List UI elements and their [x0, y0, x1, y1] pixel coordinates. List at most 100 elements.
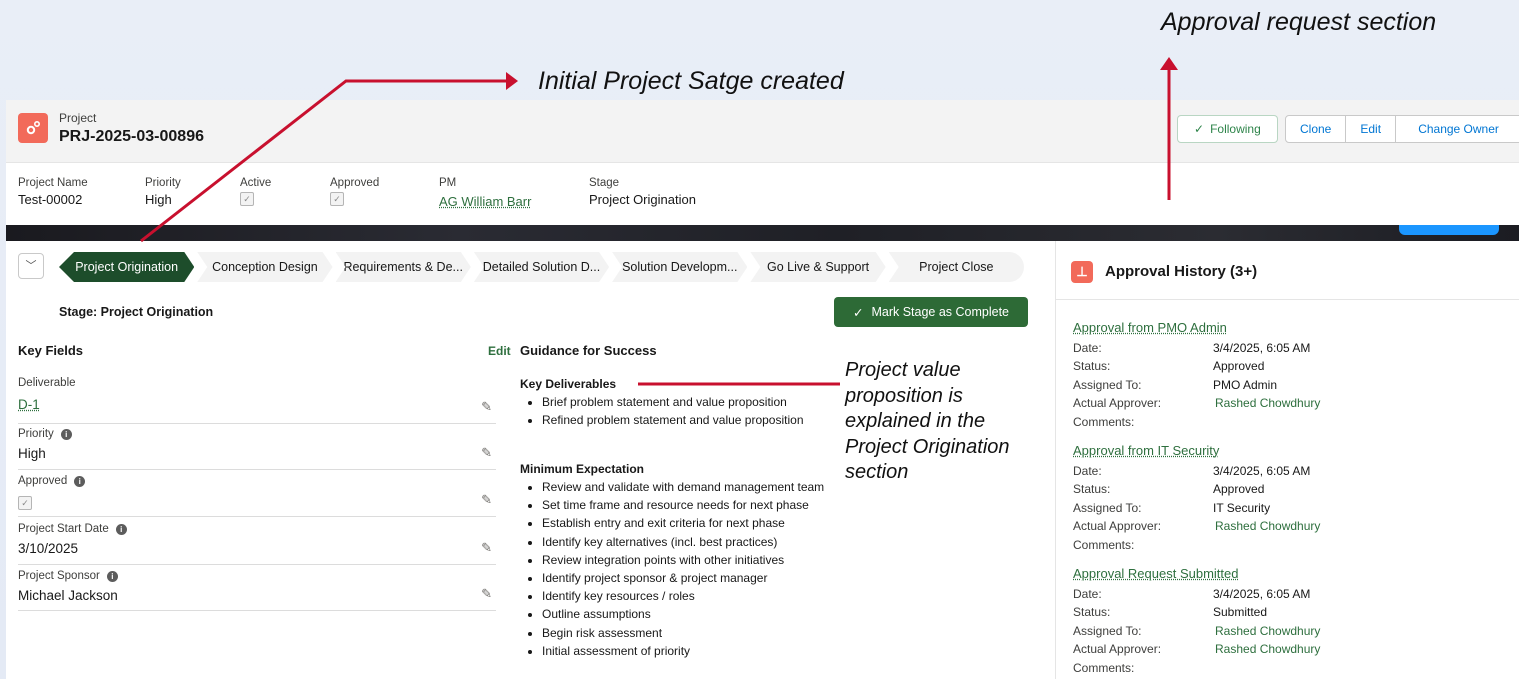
date-value: 3/4/2025, 6:05 AM: [1213, 587, 1311, 601]
following-button[interactable]: ✓ Following: [1177, 115, 1278, 143]
annotation-value-prop: Project value proposition is explained i…: [845, 359, 1010, 483]
pm-link[interactable]: AG William Barr: [439, 194, 531, 209]
field-start-date: Project Start Date i 3/10/2025 ✎: [18, 523, 496, 565]
list-item: Review integration points with other ini…: [542, 551, 824, 569]
approved-label: Approved: [18, 475, 68, 487]
start-date-value: 3/10/2025: [18, 541, 79, 556]
date-label: Date:: [1073, 341, 1102, 355]
stage-path: Project Origination Conception Design Re…: [59, 252, 1027, 282]
status-value: Approved: [1213, 482, 1265, 497]
field-sponsor: Project Sponsor i Michael Jackson ✎: [18, 570, 496, 611]
assigned-label: Assigned To:: [1073, 500, 1142, 515]
hl-pm-label: PM: [439, 177, 457, 189]
hl-project-name-value: Test-00002: [18, 192, 83, 207]
path-step-detailed-solution[interactable]: Detailed Solution D...: [474, 252, 609, 282]
approval-item: Approval from IT Security Date: 3/4/2025,…: [1073, 443, 1503, 554]
list-item: Initial assessment of priority: [542, 642, 824, 660]
deliverable-label: Deliverable: [18, 377, 76, 389]
actual-approver-link[interactable]: Rashed Chowdhury: [1215, 517, 1320, 535]
mark-stage-complete-button[interactable]: ✓ Mark Stage as Complete: [834, 297, 1028, 327]
assigned-label: Assigned To:: [1073, 623, 1142, 638]
active-checkbox: ✓: [240, 192, 254, 206]
key-deliverables-title: Key Deliverables: [520, 377, 617, 391]
change-owner-button[interactable]: Change Owner: [1396, 115, 1519, 143]
assigned-label: Assigned To:: [1073, 377, 1142, 392]
action-button-group: Clone Edit Change Owner: [1285, 115, 1519, 143]
list-item: Identify project sponsor & project manag…: [542, 569, 824, 587]
status-value: Submitted: [1213, 605, 1268, 620]
hl-stage: Stage Project Origination: [589, 177, 696, 207]
collapse-toggle[interactable]: ﹀: [18, 253, 44, 279]
chevron-down-icon: ﹀: [25, 260, 37, 272]
annotation-approval-request: Approval request section: [1161, 8, 1437, 36]
check-icon: ✓: [852, 305, 864, 320]
status-label: Status:: [1073, 605, 1111, 620]
pencil-icon[interactable]: ✎: [481, 399, 492, 415]
clone-button[interactable]: Clone: [1285, 115, 1347, 143]
hl-approved: Approved ✓: [330, 177, 379, 206]
approval-item-link[interactable]: Approval from IT Security: [1073, 443, 1219, 458]
info-icon[interactable]: i: [115, 523, 127, 535]
field-approved: Approved i ✓ ✎: [18, 475, 496, 517]
path-step-project-origination[interactable]: Project Origination: [59, 252, 194, 282]
approved-checkbox: ✓: [330, 192, 344, 206]
highlights-panel: Project Name Test-00002 Priority High Ac…: [6, 163, 1519, 225]
pencil-icon[interactable]: ✎: [481, 540, 492, 556]
date-value: 3/4/2025, 6:05 AM: [1213, 341, 1311, 355]
hl-active-label: Active: [240, 177, 272, 189]
pencil-icon[interactable]: ✎: [481, 492, 492, 508]
hidden-button-edge: [1399, 225, 1499, 235]
approval-item-link[interactable]: Approval Request Submitted: [1073, 566, 1238, 581]
key-fields-title: Key Fields: [18, 343, 84, 358]
info-icon[interactable]: i: [60, 428, 72, 440]
minimum-expectation-list: Review and validate with demand manageme…: [528, 478, 824, 660]
list-item: Refined problem statement and value prop…: [542, 411, 804, 429]
comments-label: Comments:: [1073, 660, 1135, 675]
path-step-go-live[interactable]: Go Live & Support: [750, 252, 885, 282]
hl-project-name: Project Name Test-00002: [18, 177, 88, 207]
info-icon[interactable]: i: [74, 475, 86, 487]
date-label: Date:: [1073, 464, 1102, 478]
pencil-icon[interactable]: ✎: [481, 445, 492, 461]
mark-complete-label: Mark Stage as Complete: [871, 305, 1010, 319]
approval-icon: ⊥: [1071, 261, 1093, 283]
hl-priority: Priority High: [145, 177, 181, 207]
deliverable-link[interactable]: D-1: [18, 397, 40, 412]
list-item: Review and validate with demand manageme…: [542, 478, 824, 496]
status-label: Status:: [1073, 359, 1111, 374]
list-item: Identify key resources / roles: [542, 587, 824, 605]
approval-item-link[interactable]: Approval from PMO Admin: [1073, 320, 1227, 335]
comments-label: Comments:: [1073, 414, 1135, 429]
assigned-value: PMO Admin: [1213, 377, 1278, 392]
hl-approved-label: Approved: [330, 177, 380, 189]
info-icon[interactable]: i: [106, 570, 118, 582]
field-priority: Priority i High ✎: [18, 428, 496, 470]
key-fields-edit-link[interactable]: Edit: [488, 344, 511, 358]
priority-value: High: [18, 446, 46, 461]
comments-label: Comments:: [1073, 537, 1135, 552]
path-step-solution-development[interactable]: Solution Developm...: [612, 252, 747, 282]
path-step-conception-design[interactable]: Conception Design: [197, 252, 332, 282]
project-icon: [18, 113, 48, 143]
assigned-link[interactable]: Rashed Chowdhury: [1215, 622, 1320, 640]
stage-title: Stage: Project Origination: [59, 305, 214, 319]
approved-field-checkbox: ✓: [18, 496, 32, 510]
hl-stage-value: Project Origination: [589, 192, 696, 207]
start-date-label: Project Start Date: [18, 523, 109, 535]
actual-approver-link[interactable]: Rashed Chowdhury: [1215, 640, 1320, 658]
path-step-project-close[interactable]: Project Close: [888, 252, 1024, 282]
date-value: 3/4/2025, 6:05 AM: [1213, 464, 1311, 478]
actual-approver-link[interactable]: Rashed Chowdhury: [1215, 394, 1320, 412]
field-deliverable: Deliverable D-1 ✎: [18, 377, 496, 424]
path-step-requirements[interactable]: Requirements & De...: [336, 252, 471, 282]
pencil-icon[interactable]: ✎: [481, 586, 492, 602]
hl-priority-label: Priority: [145, 177, 181, 189]
date-label: Date:: [1073, 587, 1102, 601]
approval-history-title[interactable]: Approval History (3+): [1105, 263, 1257, 280]
edit-button[interactable]: Edit: [1346, 115, 1397, 143]
guidance-title: Guidance for Success: [520, 343, 657, 358]
list-item: Outline assumptions: [542, 605, 824, 623]
actual-approver-label: Actual Approver:: [1073, 519, 1162, 534]
approval-item: Approval Request Submitted Date: 3/4/2025…: [1073, 566, 1503, 677]
record-header: Project PRJ-2025-03-00896 ✓ Following Clo…: [6, 100, 1519, 163]
